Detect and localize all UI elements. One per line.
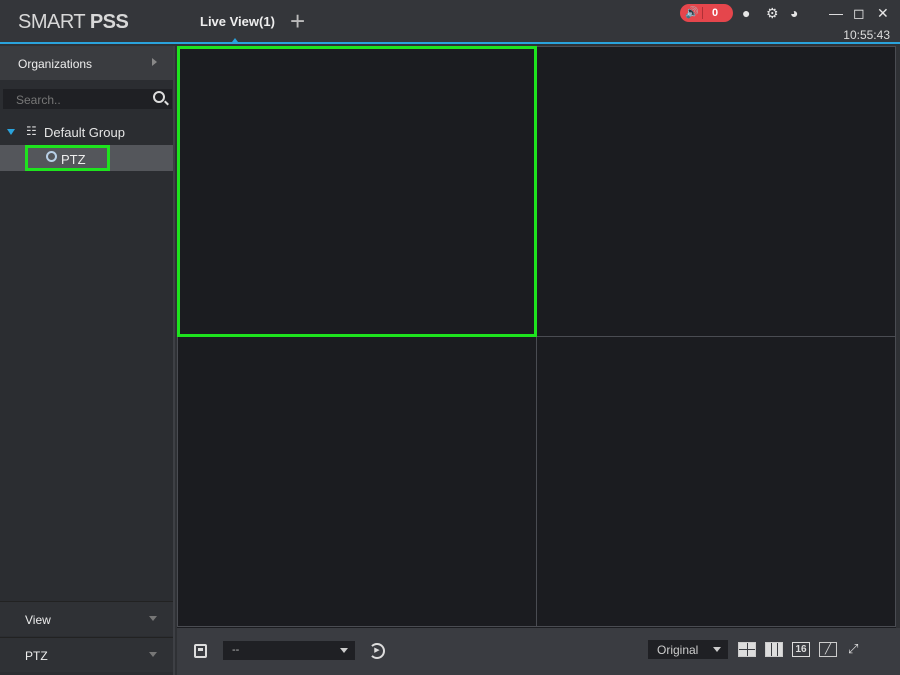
- view-select[interactable]: --: [223, 641, 355, 660]
- divider: [702, 7, 703, 19]
- tab-live-view[interactable]: Live View(1): [200, 14, 275, 29]
- speaker-icon: 🔊: [685, 7, 699, 19]
- search-input[interactable]: Search..: [3, 89, 172, 109]
- chevron-down-icon: [149, 616, 157, 621]
- chevron-down-icon: [149, 652, 157, 657]
- organizations-label: Organizations: [18, 57, 93, 71]
- alarm-count: 0: [712, 7, 719, 19]
- tour-icon[interactable]: ▶: [369, 643, 385, 659]
- panel-ptz[interactable]: PTZ: [0, 637, 173, 672]
- scale-select-value: Original: [657, 643, 699, 657]
- video-window-3[interactable]: [177, 336, 537, 627]
- search-placeholder: Search..: [16, 93, 61, 107]
- maximize-icon[interactable]: ◻: [853, 5, 865, 21]
- minimize-icon[interactable]: —: [829, 5, 843, 21]
- ptz-highlight: PTZ: [25, 145, 110, 171]
- video-window-2[interactable]: [536, 46, 896, 337]
- add-tab-button[interactable]: +: [290, 8, 305, 34]
- logo-text: SMART: [18, 11, 90, 33]
- org-tree-icon: ☷: [26, 124, 37, 138]
- layout-9-icon[interactable]: [765, 642, 783, 657]
- expand-icon[interactable]: [7, 129, 15, 135]
- app-logo: SMART PSS: [18, 11, 129, 34]
- gauge-icon[interactable]: ◕: [790, 5, 798, 21]
- organizations-header[interactable]: Organizations: [0, 46, 173, 80]
- alarm-button[interactable]: 🔊 0: [680, 4, 733, 22]
- panel-ptz-label: PTZ: [25, 649, 48, 663]
- sidebar: Organizations Search.. ☷ Default Group P…: [0, 46, 175, 675]
- fullscreen-icon[interactable]: ⤢: [848, 641, 858, 657]
- close-icon[interactable]: ✕: [877, 5, 889, 21]
- device-label: PTZ: [61, 152, 86, 167]
- custom-layout-icon[interactable]: ╱: [819, 642, 837, 657]
- title-bar: SMART PSS Live View(1) + 🔊 0 ● ⚙ ◕ — ◻ ✕…: [0, 0, 900, 44]
- gear-icon[interactable]: ⚙: [766, 5, 779, 21]
- search-icon[interactable]: [153, 91, 165, 103]
- tree-group-default[interactable]: ☷ Default Group: [0, 122, 173, 142]
- dropdown-icon: [713, 647, 721, 652]
- chevron-right-icon: [152, 58, 157, 66]
- user-icon[interactable]: ●: [742, 5, 750, 21]
- active-tab-indicator: [232, 38, 238, 42]
- clock: 10:55:43: [843, 28, 890, 42]
- video-window-4[interactable]: [536, 336, 896, 627]
- layout-4-icon[interactable]: [738, 642, 756, 657]
- tree-item-ptz[interactable]: PTZ: [0, 145, 173, 171]
- bottom-toolbar: -- ▶ Original 16 ╱ ⤢: [177, 628, 900, 675]
- video-grid: [177, 46, 896, 628]
- layout-16-button[interactable]: 16: [792, 642, 810, 657]
- view-select-value: --: [232, 644, 240, 656]
- logo-text-bold: PSS: [89, 11, 129, 33]
- panel-view-label: View: [25, 613, 51, 627]
- group-label: Default Group: [44, 125, 125, 140]
- video-window-1[interactable]: [177, 46, 537, 337]
- dropdown-icon: [340, 648, 348, 653]
- camera-icon: [46, 151, 57, 162]
- panel-view[interactable]: View: [0, 601, 173, 636]
- save-view-icon[interactable]: [194, 644, 207, 658]
- scale-select[interactable]: Original: [648, 640, 728, 659]
